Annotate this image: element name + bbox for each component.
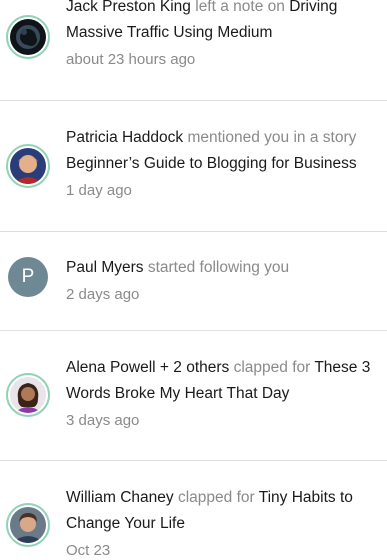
timestamp: about 23 hours ago (66, 51, 196, 68)
notification-text: William Chaney clapped for Tiny Habits t… (66, 485, 385, 560)
notification-text: Alena Powell + 2 others clapped for Thes… (66, 355, 385, 435)
action-text: clapped for (229, 359, 315, 376)
actor-link[interactable]: Patricia Haddock (66, 129, 183, 146)
avatar-image (10, 148, 46, 184)
avatar-image (10, 507, 46, 543)
timestamp: 1 day ago (66, 182, 132, 199)
action-text: started following you (143, 259, 290, 276)
notification-item[interactable]: P Paul Myers started following you 2 day… (0, 232, 387, 330)
avatar[interactable] (6, 373, 50, 417)
actor-link[interactable]: Jack Preston King (66, 0, 191, 15)
notification-text: Paul Myers started following you 2 days … (66, 255, 385, 309)
notification-text: Jack Preston King left a note on Driving… (66, 0, 385, 74)
notification-text: Patricia Haddock mentioned you in a stor… (66, 125, 385, 205)
avatar-image (10, 19, 46, 55)
actor-link[interactable]: William Chaney (66, 489, 174, 506)
avatar-image (10, 377, 46, 413)
avatar[interactable] (6, 15, 50, 59)
notification-feed: Jack Preston King left a note on Driving… (0, 0, 387, 560)
timestamp: Oct 23 (66, 542, 111, 559)
action-text: mentioned you in a story (183, 129, 357, 146)
actor-link[interactable]: Alena Powell + 2 others (66, 359, 229, 376)
story-link[interactable]: Beginner’s Guide to Blogging for Busines… (66, 155, 357, 172)
timestamp: 3 days ago (66, 412, 140, 429)
action-text: clapped for (173, 489, 259, 506)
avatar[interactable]: P (8, 257, 48, 297)
avatar[interactable] (6, 503, 50, 547)
avatar[interactable] (6, 144, 50, 188)
notification-item[interactable]: Jack Preston King left a note on Driving… (0, 0, 387, 100)
notification-item[interactable]: Alena Powell + 2 others clapped for Thes… (0, 331, 387, 460)
notification-item[interactable]: William Chaney clapped for Tiny Habits t… (0, 461, 387, 560)
timestamp: 2 days ago (66, 286, 140, 303)
actor-link[interactable]: Paul Myers (66, 259, 144, 276)
notification-item[interactable]: Patricia Haddock mentioned you in a stor… (0, 101, 387, 231)
action-text: left a note on (190, 0, 290, 15)
